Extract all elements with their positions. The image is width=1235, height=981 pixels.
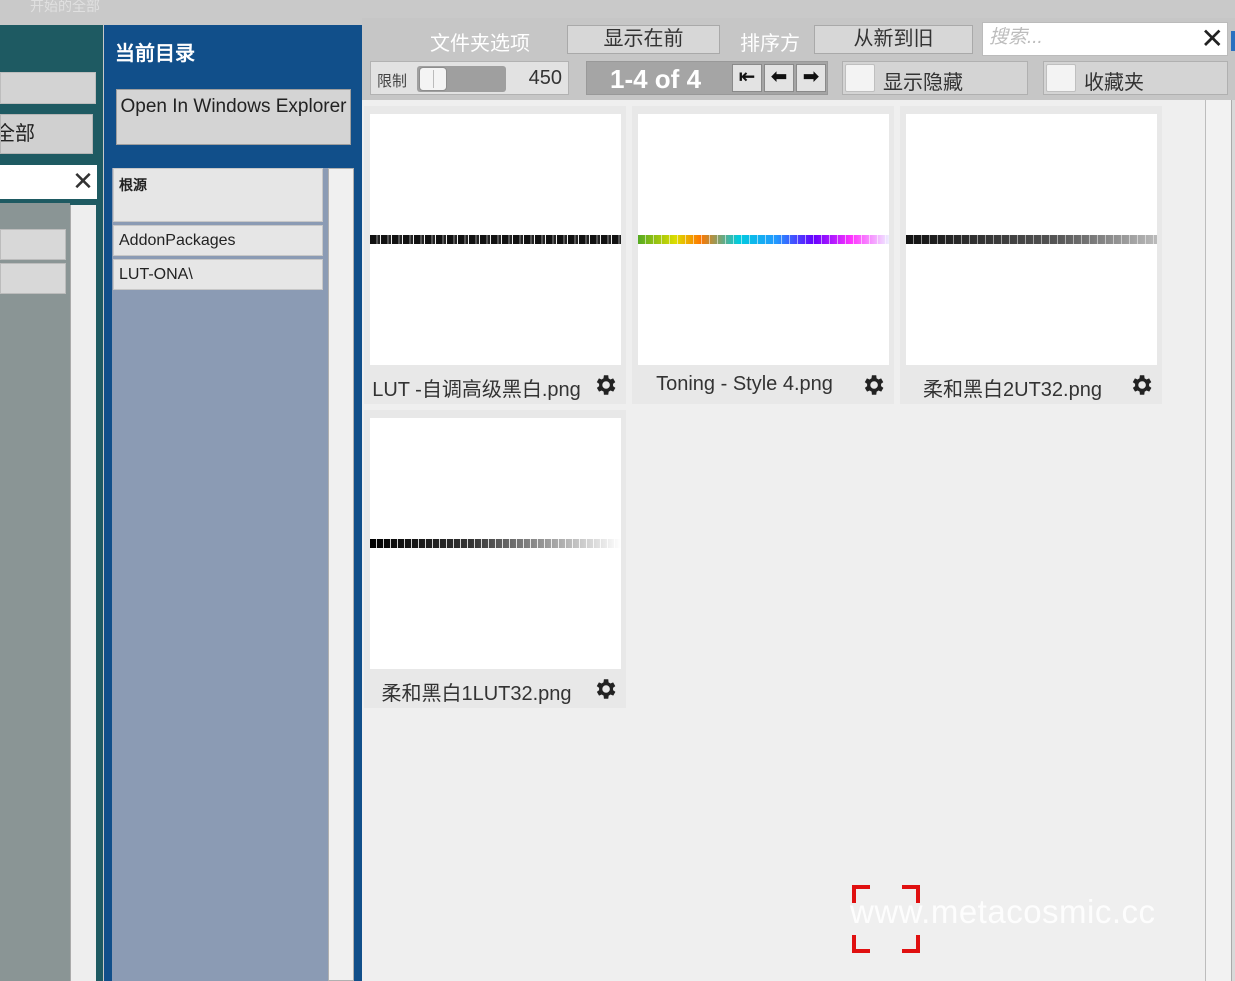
file-thumbnail[interactable]	[906, 114, 1157, 365]
top-strip-text: 开始的全部	[30, 0, 100, 14]
tree-node-root[interactable]: 根源	[113, 168, 323, 222]
gear-icon[interactable]	[1128, 372, 1154, 398]
search-input[interactable]	[983, 23, 1193, 53]
clear-search-icon[interactable]: ✕	[71, 167, 95, 195]
page-info: 1-4 of 4	[610, 64, 702, 94]
next-page-button[interactable]: ➡	[796, 64, 826, 92]
folder-tree: 根源 AddonPackages LUT-ONA\	[112, 168, 328, 981]
slider-handle[interactable]	[419, 67, 447, 91]
file-thumbnail[interactable]	[638, 114, 889, 365]
show-hidden-checkbox[interactable]	[845, 64, 875, 92]
tree-node-lut-ona[interactable]: LUT-ONA\	[113, 259, 323, 290]
toolbar: 文件夹选项 显示在前 排序方 从新到旧 ✕ 限制 450 1-4 of 4 ⇤ …	[362, 18, 1235, 100]
show-hidden-toggle[interactable]: 显示隐藏	[842, 61, 1028, 95]
left-panel: 全部 ✕	[0, 25, 103, 981]
open-in-explorer-button[interactable]: Open In Windows Explorer	[116, 89, 351, 145]
left-scrollbar[interactable]	[70, 205, 96, 981]
list-item[interactable]	[0, 263, 66, 294]
pager: 1-4 of 4 ⇤ ⬅ ➡	[586, 61, 828, 95]
watermark-text: www.metacosmic.cc	[850, 893, 1156, 930]
file-name: 柔和黑白2UT32.png	[923, 379, 1102, 401]
search-box: ✕	[982, 22, 1228, 56]
lut-preview-strip	[638, 235, 889, 244]
clear-search-icon[interactable]: ✕	[1201, 25, 1224, 53]
folder-panel-title: 当前目录	[115, 43, 195, 65]
lut-preview-strip	[370, 235, 621, 244]
show-hidden-label: 显示隐藏	[883, 72, 963, 94]
show-all-button[interactable]: 全部	[0, 114, 93, 154]
file-name: Toning - Style 4.png	[656, 373, 833, 395]
scroll-indicator	[1231, 31, 1235, 51]
file-name: LUT -自调高级黑白.png	[372, 379, 581, 401]
first-page-icon: ⇤	[738, 66, 756, 88]
tree-node-addonpackages[interactable]: AddonPackages	[113, 225, 323, 256]
folder-options-label: 文件夹选项	[430, 33, 530, 55]
lut-preview-strip	[370, 539, 621, 548]
arrow-left-icon: ⬅	[770, 66, 788, 88]
gear-icon[interactable]	[592, 676, 618, 702]
file-name: 柔和黑白1LUT32.png	[381, 683, 572, 705]
file-thumbnail[interactable]	[370, 114, 621, 365]
show-all-label: 全部	[1, 123, 35, 145]
first-page-button[interactable]: ⇤	[732, 64, 762, 92]
limit-slider[interactable]	[417, 66, 506, 92]
left-search-input[interactable]: ✕	[0, 165, 97, 199]
sort-order-select[interactable]: 从新到旧	[814, 25, 973, 54]
limit-label: 限制	[377, 73, 408, 90]
gear-icon[interactable]	[592, 372, 618, 398]
file-thumbnail[interactable]	[370, 418, 621, 669]
favorites-label: 收藏夹	[1084, 72, 1144, 94]
left-panel-button[interactable]	[0, 72, 96, 104]
file-card[interactable]: Toning - Style 4.png	[632, 106, 894, 404]
prev-page-button[interactable]: ⬅	[764, 64, 794, 92]
folder-panel: 当前目录 Open In Windows Explorer 根源 AddonPa…	[104, 25, 362, 981]
folder-tree-scrollbar[interactable]	[328, 168, 354, 981]
file-card[interactable]: LUT -自调高级黑白.png	[364, 106, 626, 404]
limit-value: 450	[528, 67, 562, 89]
favorites-toggle[interactable]: 收藏夹	[1043, 61, 1228, 95]
favorites-checkbox[interactable]	[1046, 64, 1076, 92]
file-card[interactable]: 柔和黑白1LUT32.png	[364, 410, 626, 708]
list-item[interactable]	[0, 229, 66, 260]
left-list	[0, 203, 70, 981]
show-first-button[interactable]: 显示在前	[567, 25, 720, 54]
file-card[interactable]: 柔和黑白2UT32.png	[900, 106, 1162, 404]
arrow-right-icon: ➡	[802, 66, 820, 88]
limit-control: 限制 450	[370, 61, 569, 95]
gear-icon[interactable]	[860, 372, 886, 398]
grid-scrollbar[interactable]	[1205, 100, 1232, 981]
lut-preview-strip	[906, 235, 1157, 244]
file-grid: LUT -自调高级黑白.png Toning - Style 4.png 柔和黑…	[362, 100, 1205, 981]
sort-label: 排序方	[740, 33, 800, 55]
